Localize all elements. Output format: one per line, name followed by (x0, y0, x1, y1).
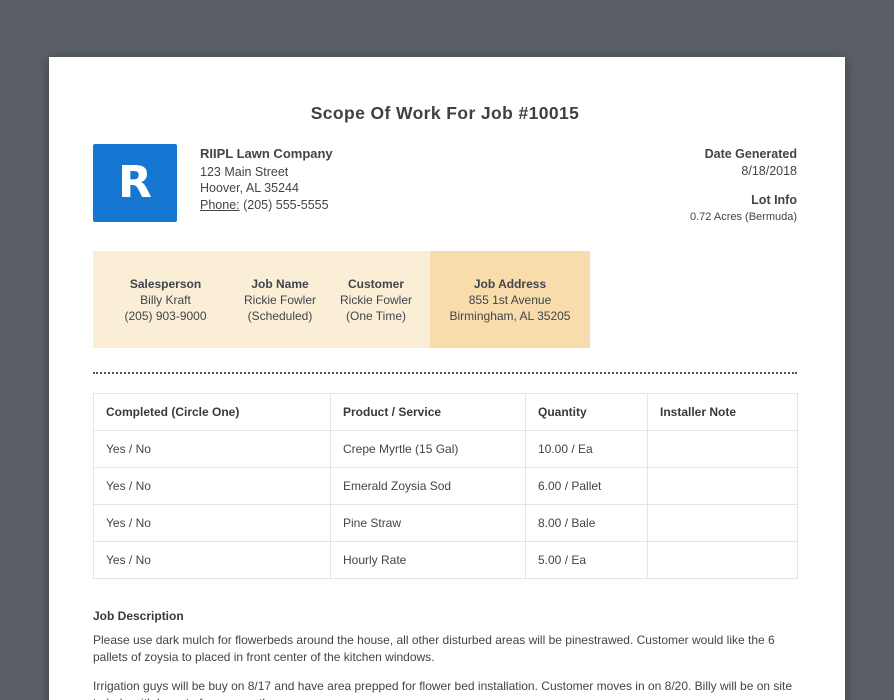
date-generated-value: 8/18/2018 (741, 163, 797, 178)
job-info-column-jobname: Job Name Rickie Fowler (Scheduled) (238, 251, 322, 348)
company-address-line1: 123 Main Street (200, 164, 289, 179)
job-info-band: Salesperson Billy Kraft (205) 903-9000 J… (93, 251, 590, 348)
viewer-background: Scope Of Work For Job #10015 R RIIPL Law… (0, 0, 894, 700)
table-row: Yes / No Hourly Rate 5.00 / Ea (93, 541, 798, 579)
job-info-column-jobaddress: Job Address 855 1st Avenue Birmingham, A… (430, 251, 590, 348)
job-description-paragraph-1: Please use dark mulch for flowerbeds aro… (93, 633, 775, 664)
phone-label: Phone: (200, 197, 240, 212)
jobname-status: (Scheduled) (247, 308, 313, 323)
cell-quantity: 8.00 / Bale (525, 504, 648, 542)
salesperson-phone: (205) 903-9000 (124, 308, 207, 323)
dotted-divider (93, 372, 797, 374)
cell-product: Crepe Myrtle (15 Gal) (330, 430, 526, 468)
work-table: Completed (Circle One) Product / Service… (93, 393, 798, 579)
job-description-heading: Job Description (93, 609, 184, 623)
work-table-header: Completed (Circle One) Product / Service… (93, 393, 798, 431)
header-completed: Completed (Circle One) (93, 393, 331, 431)
cell-note (647, 541, 798, 579)
customer-name: Rickie Fowler (339, 292, 412, 307)
logo-letter: R (118, 157, 152, 208)
company-phone-line: Phone: (205) 555-5555 (200, 197, 333, 214)
cell-completed: Yes / No (93, 430, 331, 468)
cell-completed: Yes / No (93, 467, 331, 505)
header-product-service: Product / Service (330, 393, 526, 431)
jobname-label: Job Name (251, 276, 309, 291)
cell-completed: Yes / No (93, 504, 331, 542)
job-info-column-customer: Customer Rickie Fowler (One Time) (322, 251, 430, 348)
document-page: Scope Of Work For Job #10015 R RIIPL Law… (49, 57, 845, 700)
cell-note (647, 504, 798, 542)
table-row: Yes / No Pine Straw 8.00 / Bale (93, 504, 798, 542)
jobaddress-label: Job Address (473, 276, 547, 291)
cell-quantity: 5.00 / Ea (525, 541, 648, 579)
customer-label: Customer (347, 276, 404, 291)
lot-info-label: Lot Info (751, 193, 797, 207)
salesperson-name: Billy Kraft (140, 292, 191, 307)
date-generated-label: Date Generated (704, 147, 797, 161)
customer-type: (One Time) (345, 308, 406, 323)
cell-quantity: 10.00 / Ea (525, 430, 648, 468)
company-address-line2: Hoover, AL 35244 (200, 181, 299, 195)
header-quantity: Quantity (525, 393, 648, 431)
jobaddress-city: Birmingham, AL 35205 (449, 308, 571, 323)
jobaddress-street: 855 1st Avenue (468, 292, 552, 307)
cell-note (647, 467, 798, 505)
lot-info-value: 0.72 Acres (Bermuda) (690, 210, 797, 223)
cell-note (647, 430, 798, 468)
company-logo: R (93, 144, 177, 222)
salesperson-label: Salesperson (129, 276, 202, 291)
work-table-body: Yes / No Crepe Myrtle (15 Gal) 10.00 / E… (93, 430, 798, 579)
page-title: Scope Of Work For Job #10015 (310, 103, 580, 123)
company-name: RIIPL Lawn Company (200, 146, 333, 161)
phone-number: (205) 555-5555 (243, 197, 329, 212)
table-row: Yes / No Crepe Myrtle (15 Gal) 10.00 / E… (93, 430, 798, 468)
table-row: Yes / No Emerald Zoysia Sod 6.00 / Palle… (93, 467, 798, 505)
document-header: R RIIPL Lawn Company 123 Main Street Hoo… (93, 144, 797, 225)
cell-completed: Yes / No (93, 541, 331, 579)
cell-product: Pine Straw (330, 504, 526, 542)
cell-product: Hourly Rate (330, 541, 526, 579)
job-info-column-salesperson: Salesperson Billy Kraft (205) 903-9000 (93, 251, 238, 348)
meta-info: Date Generated 8/18/2018 Lot Info 0.72 A… (690, 144, 797, 225)
table-header-row: Completed (Circle One) Product / Service… (93, 393, 798, 431)
cell-product: Emerald Zoysia Sod (330, 467, 526, 505)
header-installer-note: Installer Note (647, 393, 798, 431)
company-info: RIIPL Lawn Company 123 Main Street Hoove… (200, 144, 333, 225)
job-description-paragraph-2: Irrigation guys will be buy on 8/17 and … (93, 679, 793, 700)
jobname-value: Rickie Fowler (243, 292, 316, 307)
cell-quantity: 6.00 / Pallet (525, 467, 648, 505)
